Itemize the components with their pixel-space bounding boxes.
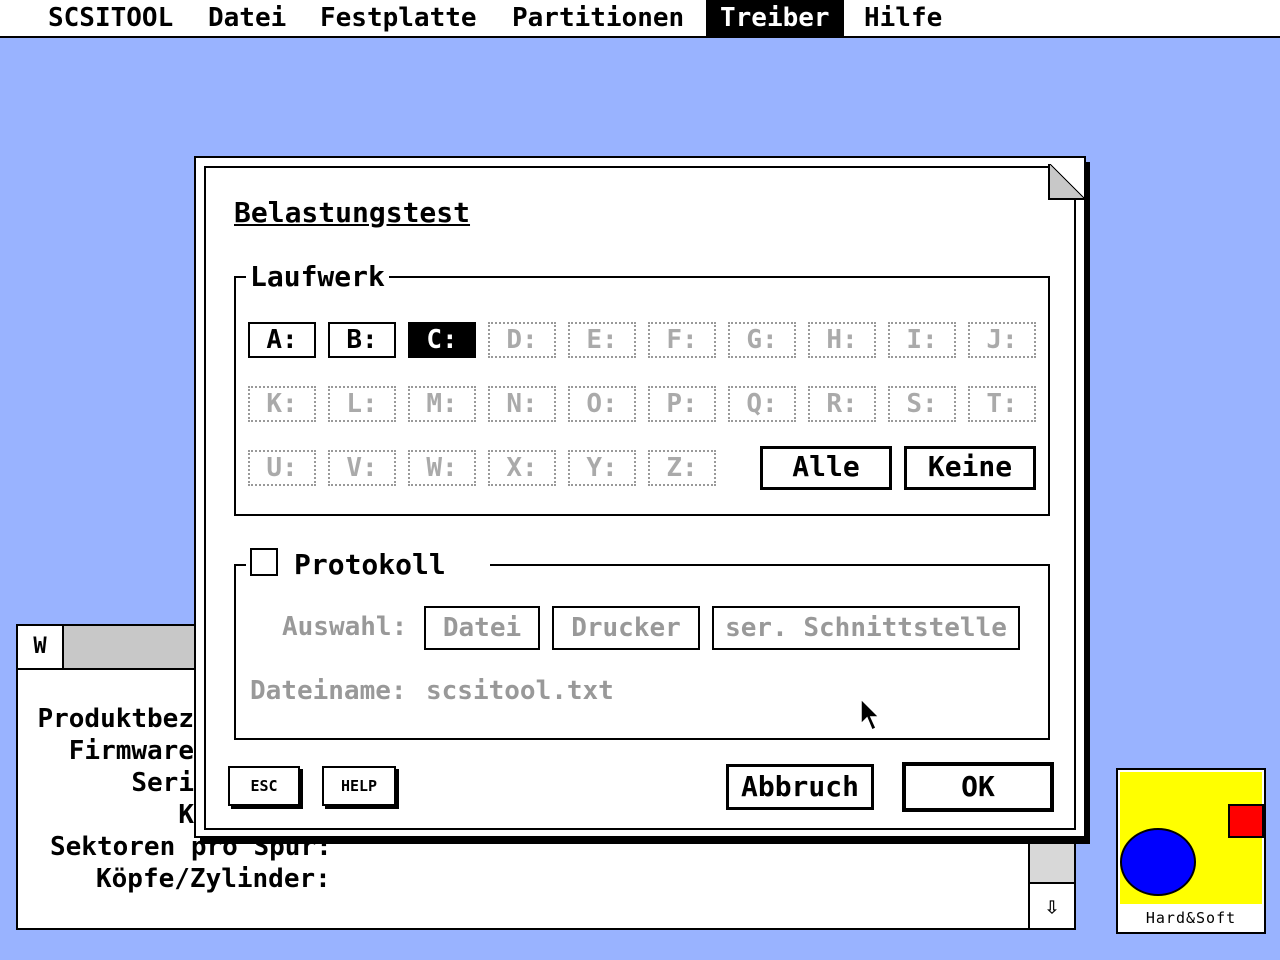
scrollbar-thumb[interactable]: [1028, 838, 1074, 882]
output-file-button[interactable]: Datei: [424, 606, 540, 650]
menu-datei[interactable]: Datei: [194, 0, 300, 36]
drive-button-a[interactable]: A:: [248, 322, 316, 358]
drive-button-p[interactable]: P:: [648, 386, 716, 422]
protocol-label: Protokoll: [292, 548, 448, 582]
select-all-label: Alle: [792, 450, 860, 483]
drive-button-w[interactable]: W:: [408, 450, 476, 486]
select-all-button[interactable]: Alle: [760, 446, 892, 490]
select-none-button[interactable]: Keine: [904, 446, 1036, 490]
menu-app[interactable]: SCSITOOL: [34, 0, 187, 36]
info-label-product: Produktbez: [37, 704, 194, 734]
drive-button-r[interactable]: R:: [808, 386, 876, 422]
info-label-k: K: [178, 800, 194, 830]
drive-button-o[interactable]: O:: [568, 386, 636, 422]
logo-blue-circle: [1120, 828, 1196, 896]
output-printer-button[interactable]: Drucker: [552, 606, 700, 650]
help-button[interactable]: HELP: [322, 766, 396, 806]
select-none-label: Keine: [927, 450, 1013, 483]
drive-button-e[interactable]: E:: [568, 322, 636, 358]
cancel-button[interactable]: Abbruch: [726, 764, 874, 810]
logo-background: [1120, 772, 1264, 904]
drive-button-f[interactable]: F:: [648, 322, 716, 358]
drive-button-z[interactable]: Z:: [648, 450, 716, 486]
close-icon[interactable]: W: [18, 626, 64, 668]
output-serial-button[interactable]: ser. Schnittstelle: [712, 606, 1020, 650]
dialog-corner-icon[interactable]: [1048, 164, 1084, 200]
drive-button-h[interactable]: H:: [808, 322, 876, 358]
drive-button-k[interactable]: K:: [248, 386, 316, 422]
drive-button-c[interactable]: C:: [408, 322, 476, 358]
drive-button-d[interactable]: D:: [488, 322, 556, 358]
menu-bar: SCSITOOL Datei Festplatte Partitionen Tr…: [0, 0, 1280, 38]
protocol-group: [234, 564, 1050, 740]
scroll-down-icon[interactable]: ⇩: [1028, 882, 1074, 928]
info-label-firmware: Firmware: [68, 736, 194, 766]
ok-button[interactable]: OK: [902, 762, 1054, 812]
info-label-serial: Seri: [131, 768, 194, 798]
drive-button-y[interactable]: Y:: [568, 450, 636, 486]
drive-button-q[interactable]: Q:: [728, 386, 796, 422]
drive-button-m[interactable]: M:: [408, 386, 476, 422]
menu-hilfe[interactable]: Hilfe: [850, 0, 956, 36]
stress-test-dialog: Belastungstest Laufwerk Alle Keine Proto…: [194, 156, 1086, 838]
drive-button-t[interactable]: T:: [968, 386, 1036, 422]
filename-value[interactable]: scsitool.txt: [426, 676, 614, 706]
dialog-title: Belastungstest: [234, 196, 471, 229]
drive-button-u[interactable]: U:: [248, 450, 316, 486]
logo-text: Hard&Soft: [1145, 909, 1237, 927]
drive-button-j[interactable]: J:: [968, 322, 1036, 358]
drive-button-g[interactable]: G:: [728, 322, 796, 358]
esc-button[interactable]: ESC: [228, 766, 300, 806]
menu-festplatte[interactable]: Festplatte: [306, 0, 491, 36]
menu-partitionen[interactable]: Partitionen: [498, 0, 698, 36]
mouse-cursor-icon: [860, 698, 881, 732]
drive-button-x[interactable]: X:: [488, 450, 556, 486]
drive-button-n[interactable]: N:: [488, 386, 556, 422]
drive-button-i[interactable]: I:: [888, 322, 956, 358]
menu-treiber[interactable]: Treiber: [706, 0, 844, 36]
drive-button-v[interactable]: V:: [328, 450, 396, 486]
hardsoft-logo[interactable]: Hard&Soft: [1116, 768, 1266, 934]
drive-group-label: Laufwerk: [246, 260, 389, 294]
info-label-heads: Köpfe/Zylinder:: [96, 864, 331, 894]
drive-button-s[interactable]: S:: [888, 386, 956, 422]
selection-label: Auswahl:: [282, 612, 408, 642]
filename-label: Dateiname:: [250, 676, 407, 706]
drive-button-b[interactable]: B:: [328, 322, 396, 358]
logo-red-square: [1228, 804, 1264, 838]
drive-button-l[interactable]: L:: [328, 386, 396, 422]
protocol-checkbox[interactable]: [250, 548, 278, 576]
